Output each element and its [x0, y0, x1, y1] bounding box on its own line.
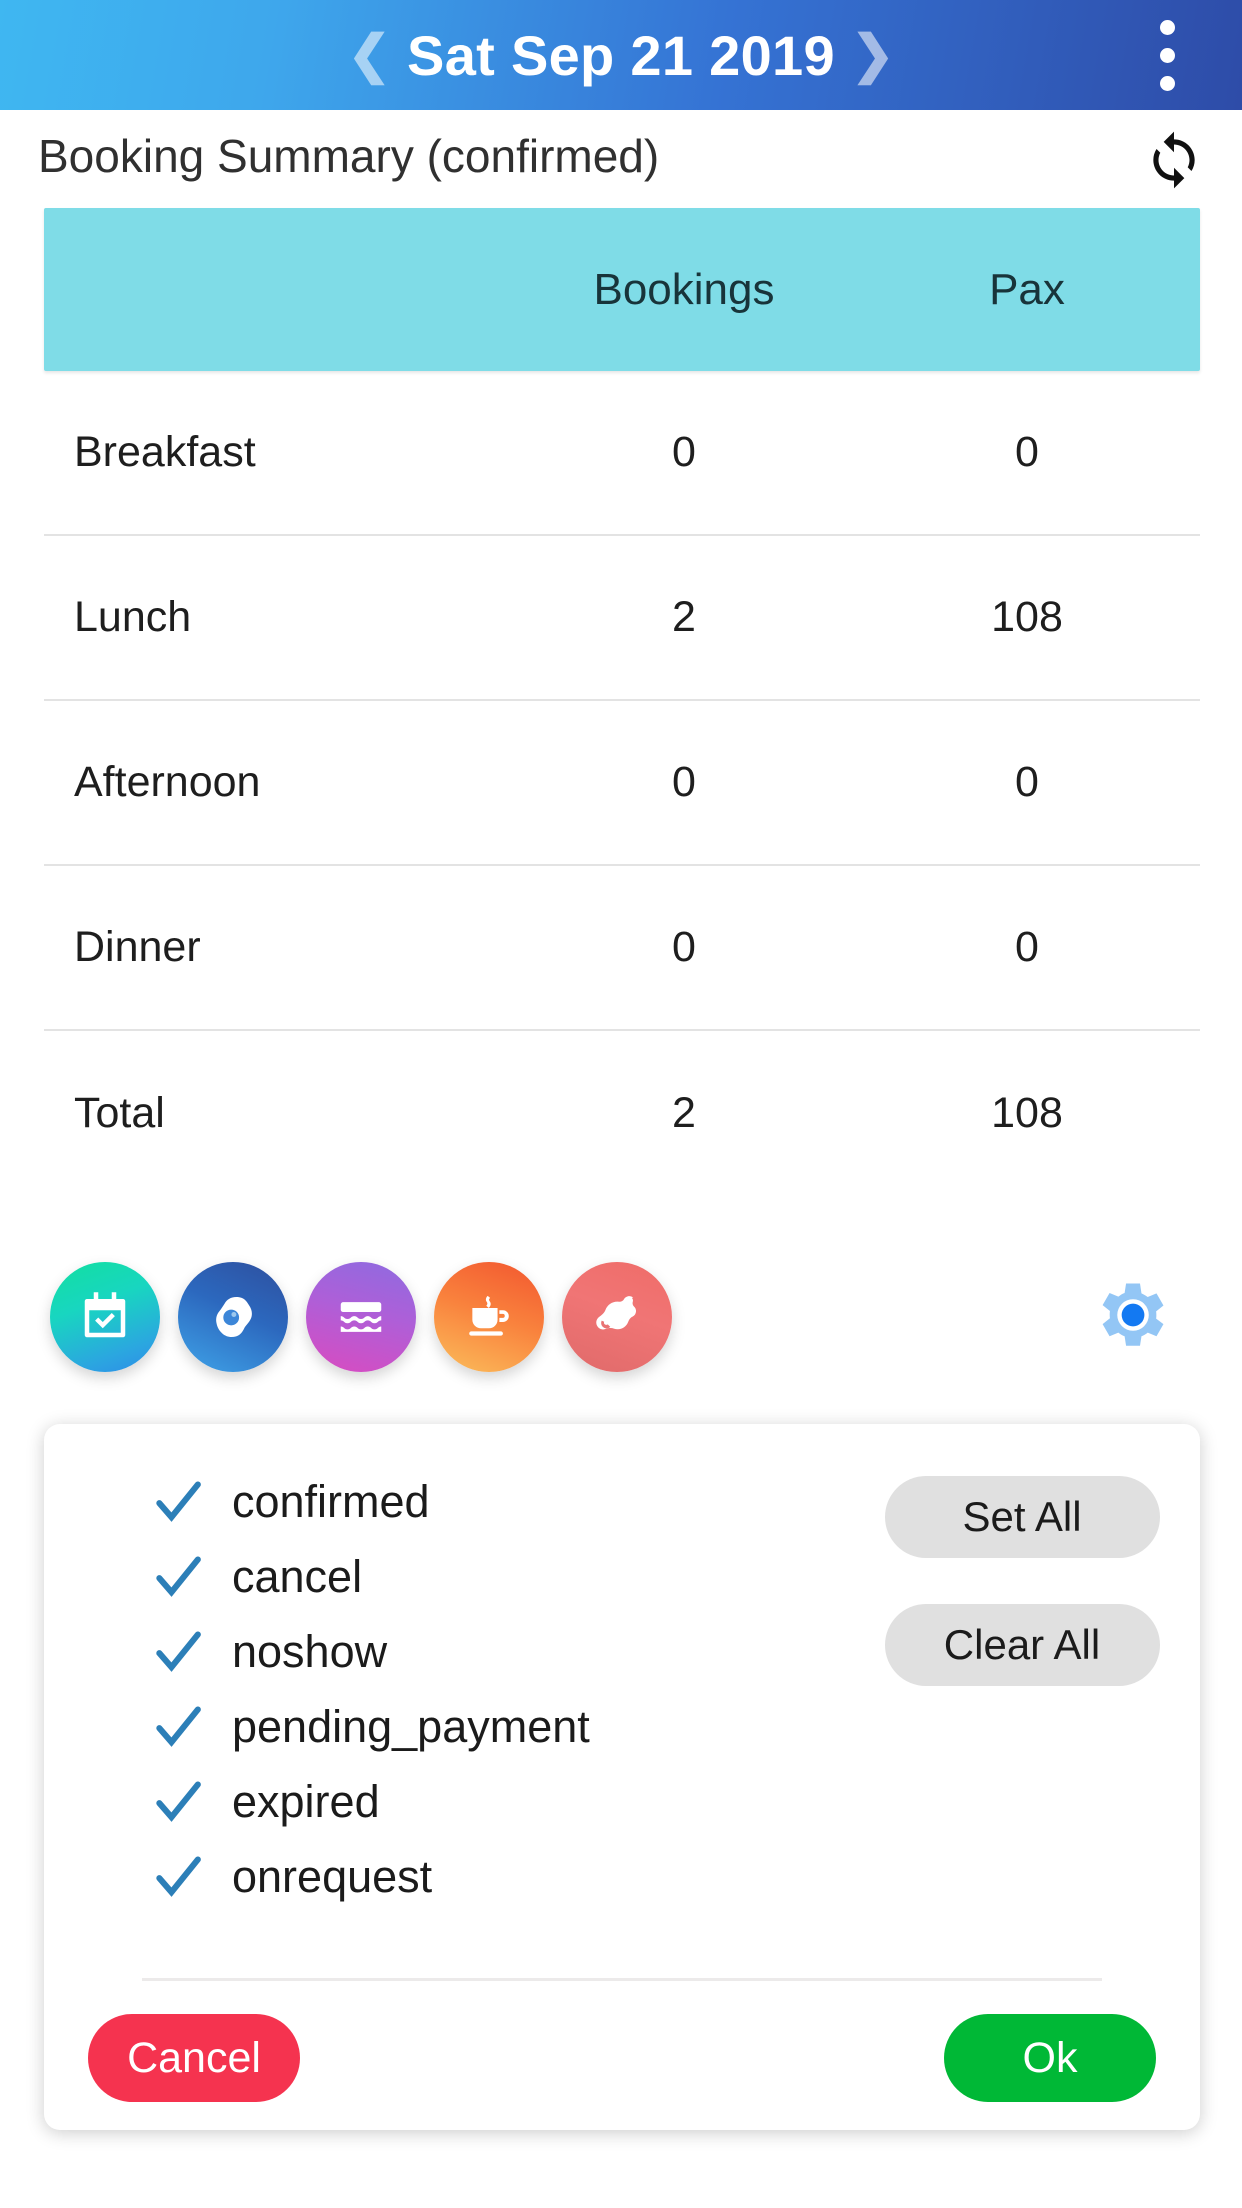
overflow-menu-icon[interactable] — [1122, 0, 1212, 110]
column-header-bookings: Bookings — [593, 264, 775, 314]
table-row[interactable]: Dinner 0 0 — [44, 866, 1200, 1031]
meal-filter-lunch[interactable] — [306, 1262, 416, 1372]
meal-filter-bar — [0, 1262, 1242, 1382]
overflow-dot — [1159, 47, 1175, 63]
row-pax: 0 — [1015, 758, 1039, 806]
row-bookings: 2 — [672, 593, 696, 641]
gear-icon — [1085, 1271, 1173, 1364]
status-option-cancel[interactable]: cancel — [150, 1539, 844, 1614]
row-pax: 108 — [991, 593, 1063, 641]
chicken-leg-icon — [590, 1290, 644, 1344]
section-header: Booking Summary (confirmed) — [0, 110, 1242, 202]
status-option-expired[interactable]: expired — [150, 1764, 844, 1839]
booking-summary-table: Bookings Pax Breakfast 0 0 Lunch 2 108 A… — [44, 208, 1200, 1196]
row-bookings: 0 — [672, 923, 696, 971]
row-label: Total — [74, 1089, 165, 1137]
row-label: Dinner — [74, 923, 201, 971]
table-row[interactable]: Lunch 2 108 — [44, 536, 1200, 701]
current-date-label[interactable]: Sat Sep 21 2019 — [407, 23, 835, 88]
row-label: Afternoon — [74, 758, 261, 806]
overflow-dot — [1159, 75, 1175, 91]
fried-egg-icon — [206, 1290, 260, 1344]
app-bar: ❮ Sat Sep 21 2019 ❯ — [0, 0, 1242, 110]
status-option-label: noshow — [232, 1625, 388, 1677]
page-title: Booking Summary (confirmed) — [38, 130, 660, 182]
table-header-row: Bookings Pax — [44, 208, 1200, 371]
dialog-footer: Cancel Ok — [44, 2014, 1200, 2102]
column-header-pax: Pax — [989, 264, 1065, 314]
status-option-label: cancel — [232, 1550, 363, 1602]
table-row-total: Total 2 108 — [44, 1031, 1200, 1196]
coffee-cup-icon — [462, 1290, 516, 1344]
table-row[interactable]: Afternoon 0 0 — [44, 701, 1200, 866]
clear-all-button[interactable]: Clear All — [884, 1604, 1160, 1686]
meal-filter-breakfast[interactable] — [178, 1262, 288, 1372]
bulk-action-buttons: Set All Clear All — [844, 1464, 1200, 1914]
status-option-label: confirmed — [232, 1475, 430, 1527]
row-label: Lunch — [74, 593, 192, 641]
row-pax: 0 — [1015, 428, 1039, 476]
status-filter-dialog: confirmed cancel noshow pending_payment … — [44, 1424, 1200, 2130]
meal-filter-afternoon[interactable] — [434, 1262, 544, 1372]
meal-filter-all[interactable] — [50, 1262, 160, 1372]
checkmark-icon — [156, 1630, 201, 1672]
ok-button[interactable]: Ok — [944, 2014, 1156, 2102]
status-option-label: onrequest — [232, 1850, 433, 1902]
row-bookings: 0 — [672, 758, 696, 806]
sandwich-icon — [334, 1290, 388, 1344]
row-pax: 0 — [1015, 923, 1039, 971]
previous-day-icon[interactable]: ❮ — [347, 29, 391, 81]
table-row[interactable]: Breakfast 0 0 — [44, 371, 1200, 536]
checkmark-icon — [156, 1855, 201, 1897]
cancel-button[interactable]: Cancel — [88, 2014, 300, 2102]
dialog-body: confirmed cancel noshow pending_payment … — [44, 1464, 1200, 1914]
status-option-confirmed[interactable]: confirmed — [150, 1464, 844, 1539]
status-option-label: pending_payment — [232, 1700, 590, 1752]
checkmark-icon — [156, 1480, 201, 1522]
set-all-button[interactable]: Set All — [884, 1476, 1160, 1558]
checkmark-icon — [156, 1705, 201, 1747]
overflow-dot — [1159, 19, 1175, 35]
status-option-list: confirmed cancel noshow pending_payment … — [44, 1464, 844, 1914]
status-option-onrequest[interactable]: onrequest — [150, 1839, 844, 1914]
app-screen: ❮ Sat Sep 21 2019 ❯ Booking Summary (con… — [0, 0, 1242, 2208]
row-label: Breakfast — [74, 428, 256, 476]
row-pax: 108 — [991, 1089, 1063, 1137]
refresh-icon[interactable] — [1138, 124, 1210, 196]
settings-button[interactable] — [1076, 1264, 1182, 1370]
checkmark-icon — [156, 1780, 201, 1822]
status-option-pending-payment[interactable]: pending_payment — [150, 1689, 844, 1764]
status-option-noshow[interactable]: noshow — [150, 1614, 844, 1689]
meal-filter-dinner[interactable] — [562, 1262, 672, 1372]
row-bookings: 0 — [672, 428, 696, 476]
checkmark-icon — [156, 1555, 201, 1597]
calendar-check-icon — [78, 1290, 132, 1344]
row-bookings: 2 — [672, 1089, 696, 1137]
next-day-icon[interactable]: ❯ — [851, 29, 895, 81]
status-option-label: expired — [232, 1775, 380, 1827]
date-navigator: ❮ Sat Sep 21 2019 ❯ — [347, 23, 894, 88]
dialog-divider — [142, 1978, 1102, 1981]
